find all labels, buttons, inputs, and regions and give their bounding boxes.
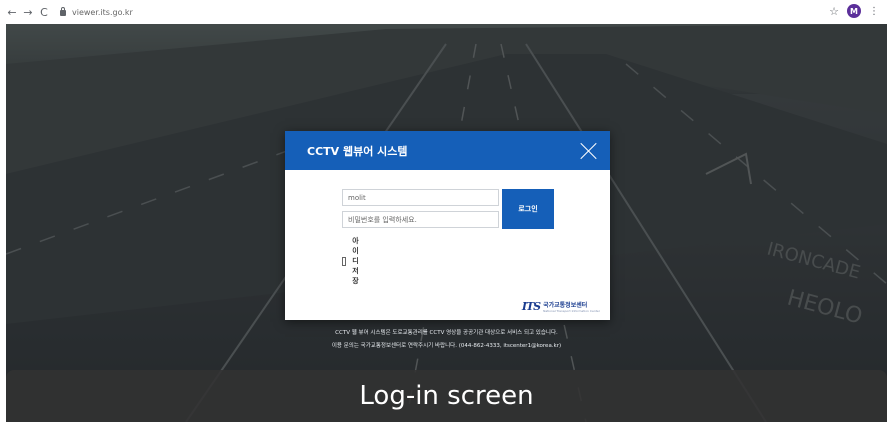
remember-checkbox[interactable] — [342, 256, 347, 266]
org-subtitle: National Transport Information Center — [543, 309, 600, 313]
close-icon[interactable] — [579, 141, 599, 161]
menu-icon[interactable]: ⋮ — [869, 6, 879, 17]
forward-icon[interactable]: → — [20, 4, 36, 20]
its-logo-icon: ITS — [521, 300, 541, 313]
avatar[interactable]: M — [847, 4, 861, 18]
address-bar[interactable]: viewer.its.go.kr — [60, 7, 133, 17]
url-text: viewer.its.go.kr — [72, 7, 133, 17]
caption-text: Log-in screen — [359, 381, 534, 411]
modal-header: CCTV 웹뷰어 시스템 — [285, 131, 610, 170]
star-icon[interactable]: ☆ — [829, 5, 839, 18]
modal-title: CCTV 웹뷰어 시스템 — [307, 144, 408, 158]
toolbar-actions: ☆ M ⋮ — [829, 4, 879, 18]
remember-label: 아이디 저장 — [352, 237, 359, 285]
browser-toolbar: ← → C viewer.its.go.kr ☆ M ⋮ — [0, 0, 887, 24]
caption-band: Log-in screen — [6, 370, 887, 422]
org-name: 국가교통정보센터 — [543, 302, 588, 309]
lock-icon — [60, 7, 66, 16]
login-button[interactable]: 로그인 — [502, 189, 554, 229]
notice-line-1: CCTV 웹 뷰어 시스템은 도로교통관리를 CCTV 영상을 공공기관 대상으… — [335, 330, 558, 336]
back-icon[interactable]: ← — [4, 4, 20, 20]
password-field[interactable]: 비밀번호를 입력하세요. — [342, 211, 499, 228]
id-field[interactable]: molit — [342, 189, 499, 206]
org-logo: ITS 국가교통정보센터 National Transport Informat… — [522, 300, 600, 313]
page-viewport: IRONCADE HEOLO CCTV 웹뷰어 시스템 molit 비밀번호를 … — [6, 24, 887, 422]
notice-line-2: 이용 문의는 국가교통정보센터로 연락주시기 바랍니다. (044-862-43… — [331, 343, 562, 349]
reload-icon[interactable]: C — [36, 4, 52, 20]
login-modal: CCTV 웹뷰어 시스템 molit 비밀번호를 입력하세요. 로그인 아이디 … — [285, 131, 610, 320]
remember-id[interactable]: 아이디 저장 — [342, 236, 363, 286]
